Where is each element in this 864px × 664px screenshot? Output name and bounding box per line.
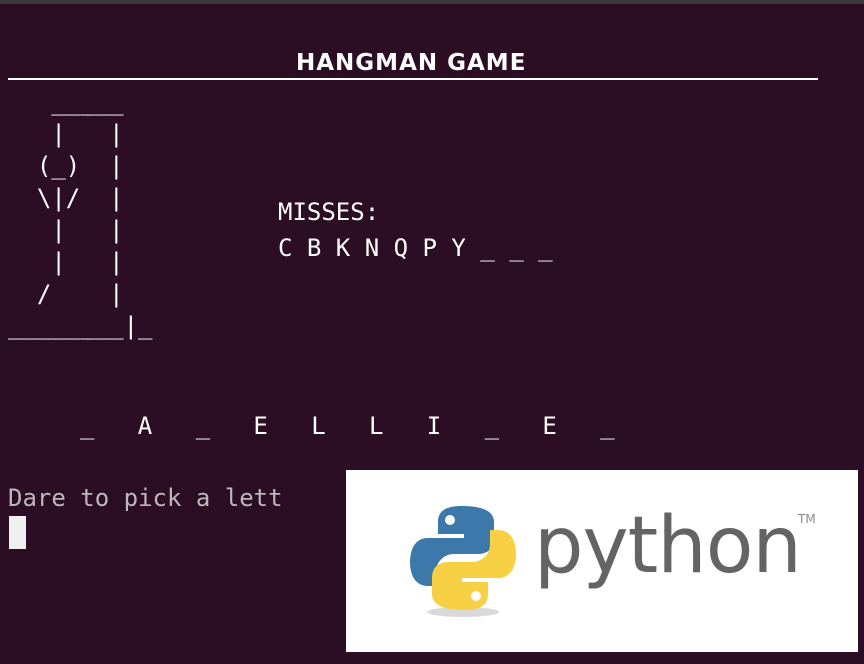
gallows-ascii-art: _____ | | (_) | \|/ | | | | | / | ______…	[8, 88, 153, 340]
title-underline	[8, 78, 818, 80]
python-snakes-logo-icon	[410, 506, 516, 617]
misses-label: MISSES:	[278, 198, 380, 226]
python-wordmark: python	[534, 501, 802, 591]
terminal-window: HANGMAN GAME _____ | | (_) | \|/ | | | |…	[0, 0, 864, 664]
trademark-symbol: TM	[798, 512, 816, 526]
word-progress: _ A _ E L L I _ E _	[80, 412, 615, 440]
block-cursor-icon[interactable]	[9, 516, 26, 549]
missed-letters: C B K N Q P Y _ _ _	[278, 234, 553, 262]
letter-prompt: Dare to pick a lett	[8, 484, 283, 512]
game-title: HANGMAN GAME	[296, 50, 527, 76]
python-logo-badge: python TM	[346, 470, 858, 652]
